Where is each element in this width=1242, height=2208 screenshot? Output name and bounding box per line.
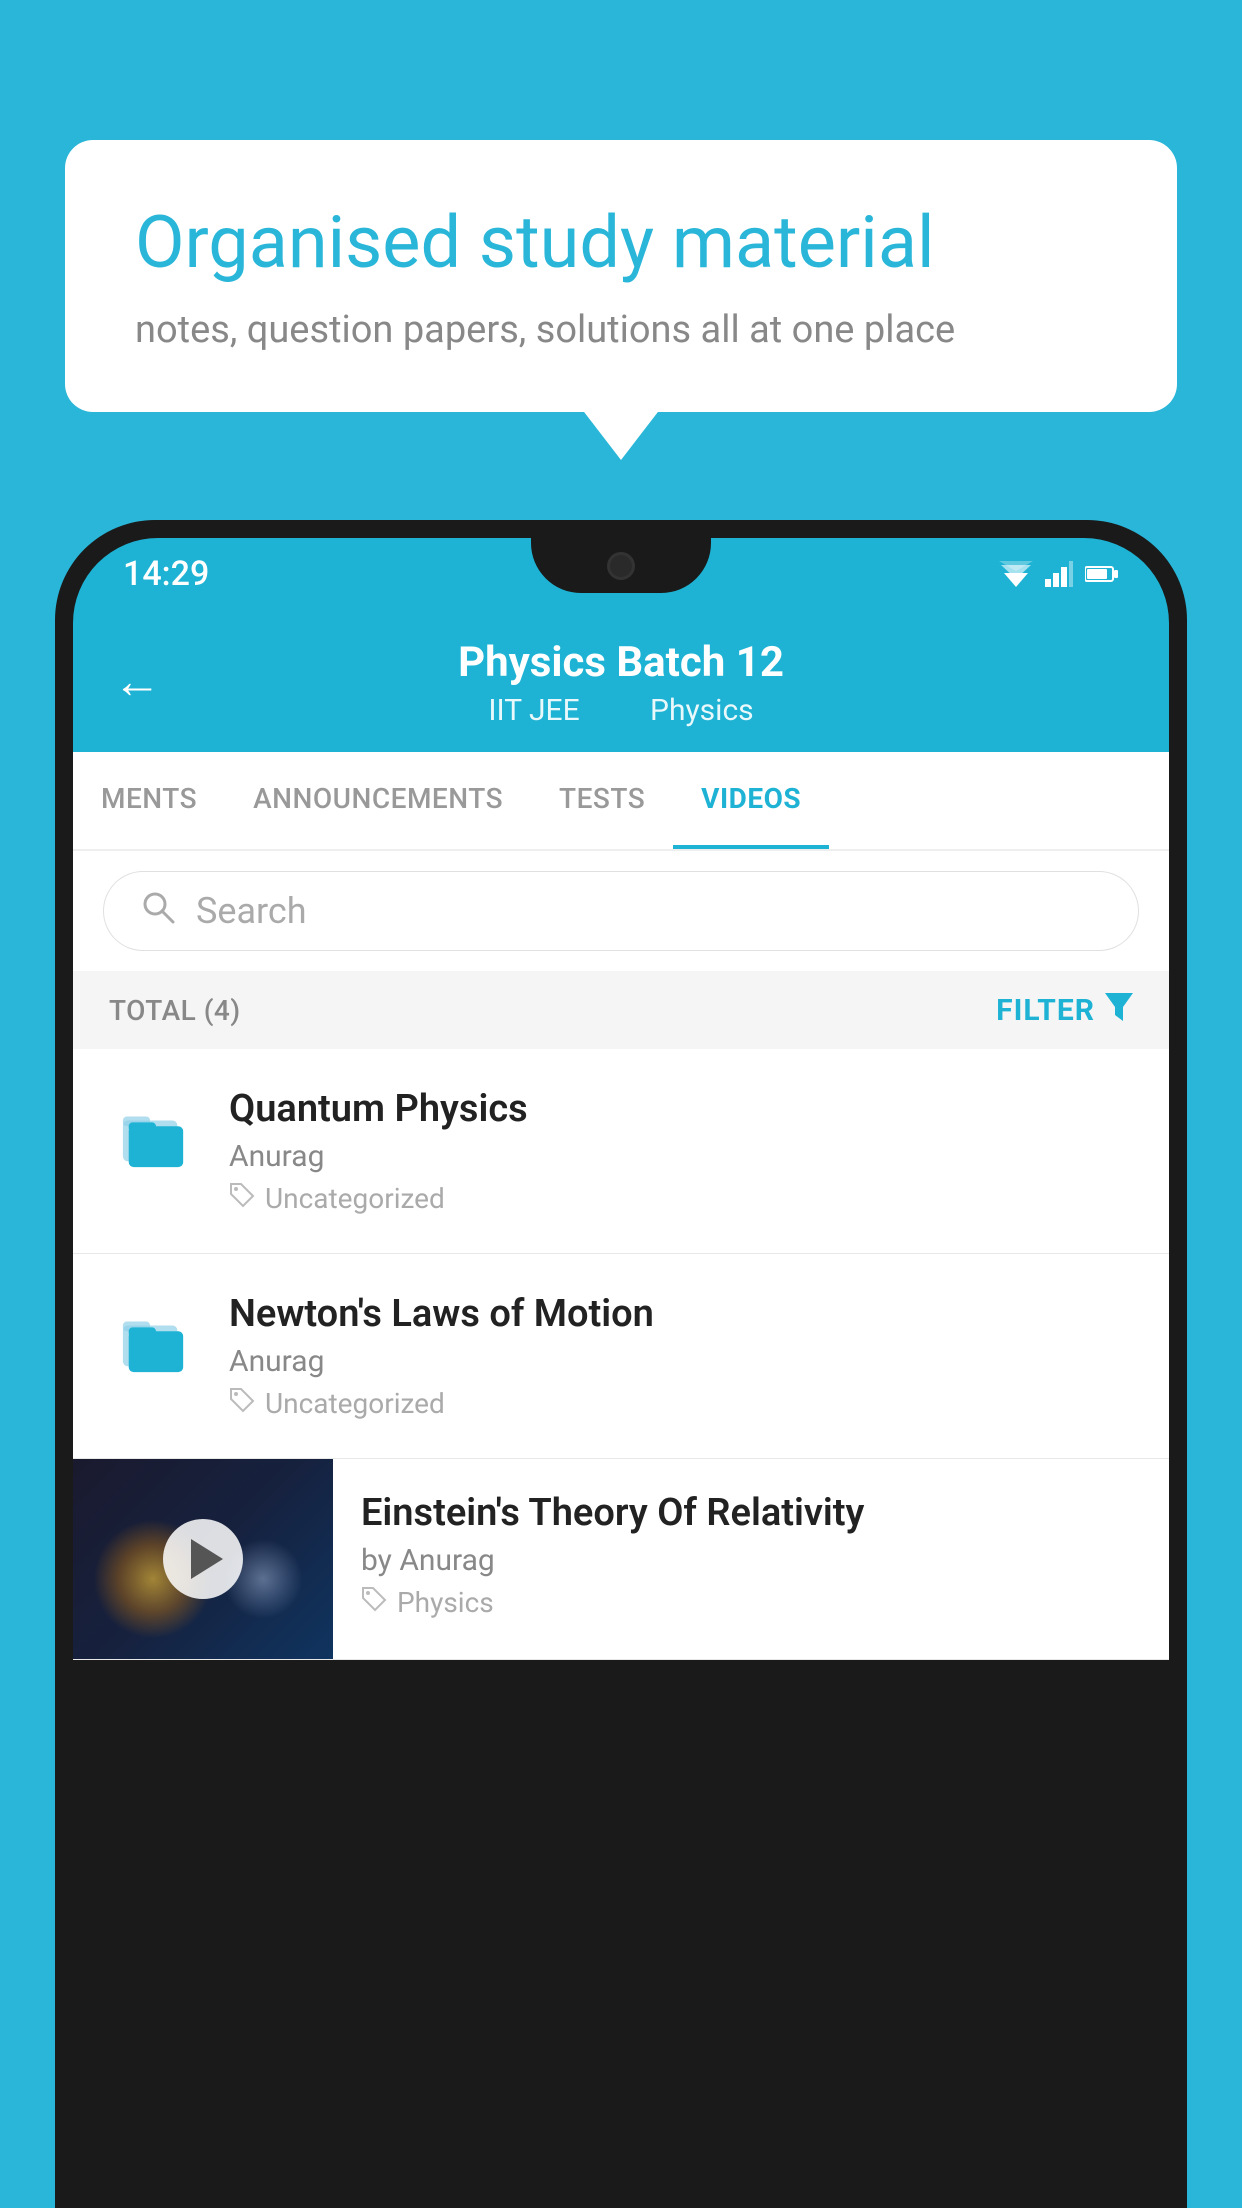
item-tag: Uncategorized [229,1387,1133,1420]
list-content: Quantum Physics Anurag Uncategorized [73,1049,1169,1660]
tag-icon [361,1586,387,1619]
header-title: Physics Batch 12 [123,638,1119,687]
play-button[interactable] [163,1519,243,1599]
item-tag: Uncategorized [229,1182,1133,1215]
speech-bubble: Organised study material notes, question… [65,140,1177,412]
tabs-bar: MENTS ANNOUNCEMENTS TESTS VIDEOS [73,752,1169,851]
subtitle-physics: Physics [650,693,754,728]
status-bar: 14:29 [73,538,1169,610]
folder-icon [109,1296,199,1386]
wifi-icon [999,561,1033,587]
tag-label: Physics [397,1586,494,1619]
speech-bubble-container: Organised study material notes, question… [65,140,1177,412]
bubble-title: Organised study material [135,200,1107,286]
tab-tests[interactable]: TESTS [531,752,673,849]
status-icons [999,561,1119,587]
tag-icon [229,1387,255,1420]
tag-label: Uncategorized [265,1182,445,1215]
app-header: ← Physics Batch 12 IIT JEE Physics [73,610,1169,752]
subtitle-sep [611,693,626,728]
signal-icon [1045,561,1073,587]
folder-icon [109,1091,199,1181]
status-time: 14:29 [123,554,209,594]
tab-ments[interactable]: MENTS [73,752,225,849]
total-label: TOTAL (4) [109,994,241,1027]
tab-announcements[interactable]: ANNOUNCEMENTS [225,752,531,849]
video-list-item[interactable]: Einstein's Theory Of Relativity by Anura… [73,1459,1169,1660]
filter-button[interactable]: FILTER [996,991,1133,1029]
video-author: by Anurag [361,1543,1141,1578]
item-author: Anurag [229,1139,1133,1174]
search-icon [140,889,176,934]
item-info: Quantum Physics Anurag Uncategorized [229,1087,1133,1215]
item-title: Newton's Laws of Motion [229,1292,1133,1336]
back-button[interactable]: ← [113,653,161,710]
filter-label: FILTER [996,993,1095,1028]
battery-icon [1085,565,1119,583]
subtitle-iit: IIT JEE [488,693,579,728]
phone-inner: 14:29 [73,538,1169,2190]
notch [531,538,711,593]
tag-label: Uncategorized [265,1387,445,1420]
phone-frame: 14:29 [55,520,1187,2208]
item-author: Anurag [229,1344,1133,1379]
tag-icon [229,1182,255,1215]
video-title: Einstein's Theory Of Relativity [361,1491,1141,1535]
video-info: Einstein's Theory Of Relativity by Anura… [333,1459,1169,1651]
item-title: Quantum Physics [229,1087,1133,1131]
bubble-subtitle: notes, question papers, solutions all at… [135,308,1107,352]
search-container: Search [73,851,1169,971]
item-info: Newton's Laws of Motion Anurag Uncategor… [229,1292,1133,1420]
camera [607,552,635,580]
video-tag: Physics [361,1586,1141,1619]
header-subtitle: IIT JEE Physics [123,693,1119,728]
search-placeholder: Search [196,890,307,932]
tab-videos[interactable]: VIDEOS [673,752,829,849]
filter-row: TOTAL (4) FILTER [73,971,1169,1049]
video-thumbnail [73,1459,333,1659]
filter-funnel-icon [1105,991,1133,1029]
list-item[interactable]: Newton's Laws of Motion Anurag Uncategor… [73,1254,1169,1459]
list-item[interactable]: Quantum Physics Anurag Uncategorized [73,1049,1169,1254]
search-bar[interactable]: Search [103,871,1139,951]
